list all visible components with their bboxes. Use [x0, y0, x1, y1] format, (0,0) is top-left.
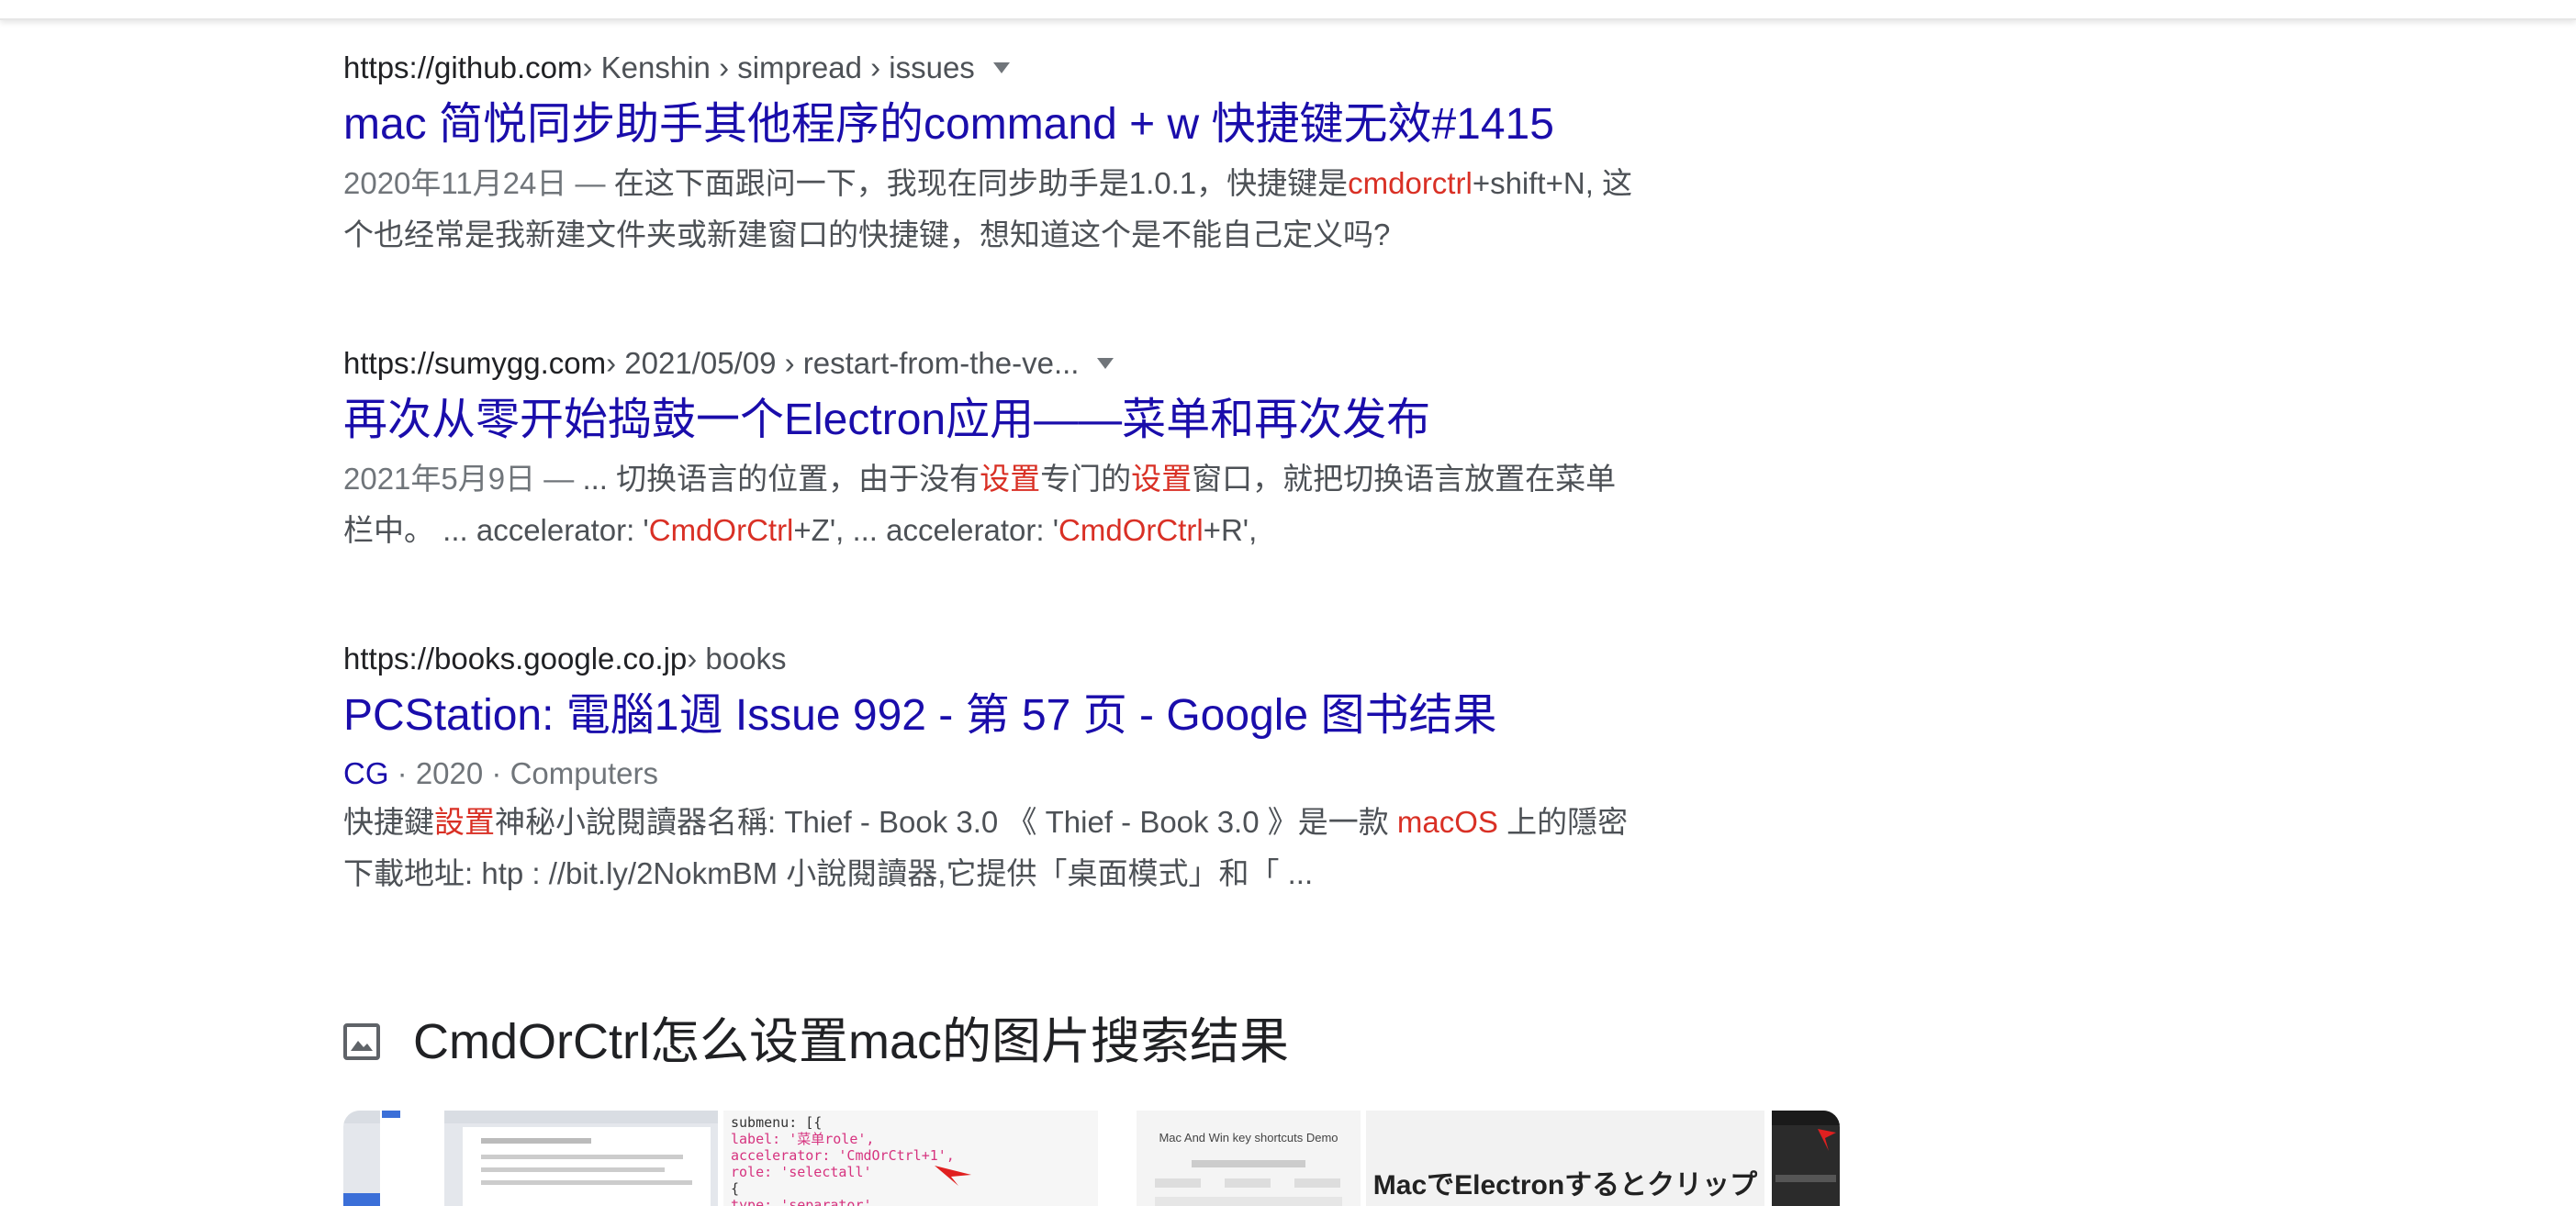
code-line: role: 'selectall' [731, 1164, 872, 1180]
code-line: { [731, 1180, 740, 1197]
result-date: 2021年5月9日 — [343, 462, 583, 496]
result-snippet: 2020年11月24日 — 在这下面跟问一下，我现在同步助手是1.0.1，快捷键… [343, 158, 1739, 261]
result-date: 2020年11月24日 — [343, 166, 614, 200]
code-line: label: '菜单role', [731, 1131, 875, 1147]
url-path: › books [687, 642, 787, 676]
search-result-3: https://books.google.co.jp › books PCSta… [343, 639, 1739, 899]
result-title-link[interactable]: PCStation: 電腦1週 Issue 992 - 第 57 页 - Goo… [343, 687, 1739, 745]
more-options-caret-icon[interactable] [992, 62, 1010, 73]
snippet-text: 窗口，就把切换语言放置在菜单 [1192, 462, 1617, 496]
image-results-heading[interactable]: CmdOrCtrl怎么设置mac的图片搜索结果 [413, 1010, 1289, 1074]
result-snippet: 快捷鍵設置神秘小說閱讀器名稱: Thief - Book 3.0 《 Thief… [343, 797, 1739, 899]
snippet-text: +shift+N, 这 [1472, 166, 1633, 200]
image-results-header: CmdOrCtrl怎么设置mac的图片搜索结果 [343, 1010, 1289, 1074]
code-line: type: 'separator' [731, 1197, 872, 1206]
result-title-link[interactable]: 再次从零开始捣鼓一个Electron应用——菜单和再次发布 [343, 391, 1739, 450]
result-url[interactable]: https://github.com › Kenshin › simpread … [343, 48, 1739, 88]
snippet-text: +Z', ... accelerator: ' [793, 513, 1059, 547]
url-host: https://sumygg.com [343, 346, 607, 380]
snippet-text: 下載地址: htp : //bit.ly/2NokmBM 小說閱讀器,它提供「桌… [343, 856, 1314, 890]
snippet-highlight: cmdorctrl [1348, 166, 1473, 200]
book-author-link[interactable]: CG [343, 756, 389, 790]
more-options-caret-icon[interactable] [1097, 358, 1114, 369]
snippet-text: 上的隱密 [1497, 805, 1629, 839]
thumbnail-caption: MacでElectronするとクリップ [1372, 1170, 1758, 1200]
result-snippet: 2021年5月9日 — ... 切换语言的位置，由于没有设置专门的设置窗口，就把… [343, 453, 1739, 556]
arrow-icon [935, 1166, 971, 1186]
code-line: accelerator: 'CmdOrCtrl+1', [731, 1147, 955, 1164]
book-meta: CG · 2020 · Computers [343, 751, 1739, 797]
top-search-bar-edge [0, 0, 2576, 20]
snippet-highlight: CmdOrCtrl [1058, 513, 1204, 547]
search-result-1: https://github.com › Kenshin › simpread … [343, 48, 1739, 261]
image-thumbnail-2[interactable]: submenu: [{ label: '菜单role', accelerator… [723, 1111, 1098, 1206]
image-thumbnail-3[interactable]: Mac And Win key shortcuts Demo [1137, 1111, 1361, 1206]
book-meta-text: · 2020 · Computers [388, 756, 658, 790]
image-thumbnail-5[interactable] [1772, 1111, 1840, 1206]
url-path: › 2021/05/09 › restart-from-the-ve... [606, 346, 1080, 380]
result-title-link[interactable]: mac 简悦同步助手其他程序的command + w 快捷键无效#1415 [343, 95, 1739, 154]
image-thumbnail-1[interactable] [343, 1111, 718, 1206]
snippet-text: 个也经常是我新建文件夹或新建窗口的快捷键，想知道这个是不能自己定义吗? [343, 218, 1391, 251]
result-url[interactable]: https://books.google.co.jp › books [343, 639, 1739, 679]
snippet-highlight: CmdOrCtrl [648, 513, 794, 547]
image-thumbnail-strip: submenu: [{ label: '菜单role', accelerator… [343, 1111, 1840, 1206]
snippet-text: 栏中。 ... accelerator: ' [343, 513, 649, 547]
snippet-text: 神秘小說閱讀器名稱: Thief - Book 3.0 《 Thief - Bo… [495, 805, 1397, 839]
result-url[interactable]: https://sumygg.com › 2021/05/09 › restar… [343, 343, 1739, 384]
snippet-text: 在这下面跟问一下，我现在同步助手是1.0.1，快捷键是 [613, 166, 1349, 200]
snippet-highlight: macOS [1396, 805, 1498, 839]
url-host: https://github.com [343, 50, 583, 84]
code-line: submenu: [{ [731, 1114, 823, 1131]
snippet-highlight: 设置 [1131, 462, 1193, 496]
snippet-text: ... 切换语言的位置，由于没有 [582, 462, 980, 496]
thumbnail-caption: Mac And Win key shortcuts Demo [1159, 1131, 1338, 1145]
image-icon [343, 1023, 380, 1060]
url-host: https://books.google.co.jp [343, 642, 688, 676]
snippet-text: 快捷鍵 [343, 805, 434, 839]
snippet-highlight: 設置 [434, 805, 495, 839]
image-thumbnail-4[interactable]: MacでElectronするとクリップ [1366, 1111, 1764, 1206]
search-result-2: https://sumygg.com › 2021/05/09 › restar… [343, 343, 1739, 556]
snippet-highlight: 设置 [980, 462, 1041, 496]
snippet-text: 专门的 [1040, 462, 1132, 496]
snippet-text: +R', [1203, 513, 1258, 547]
url-path: › Kenshin › simpread › issues [582, 50, 975, 84]
